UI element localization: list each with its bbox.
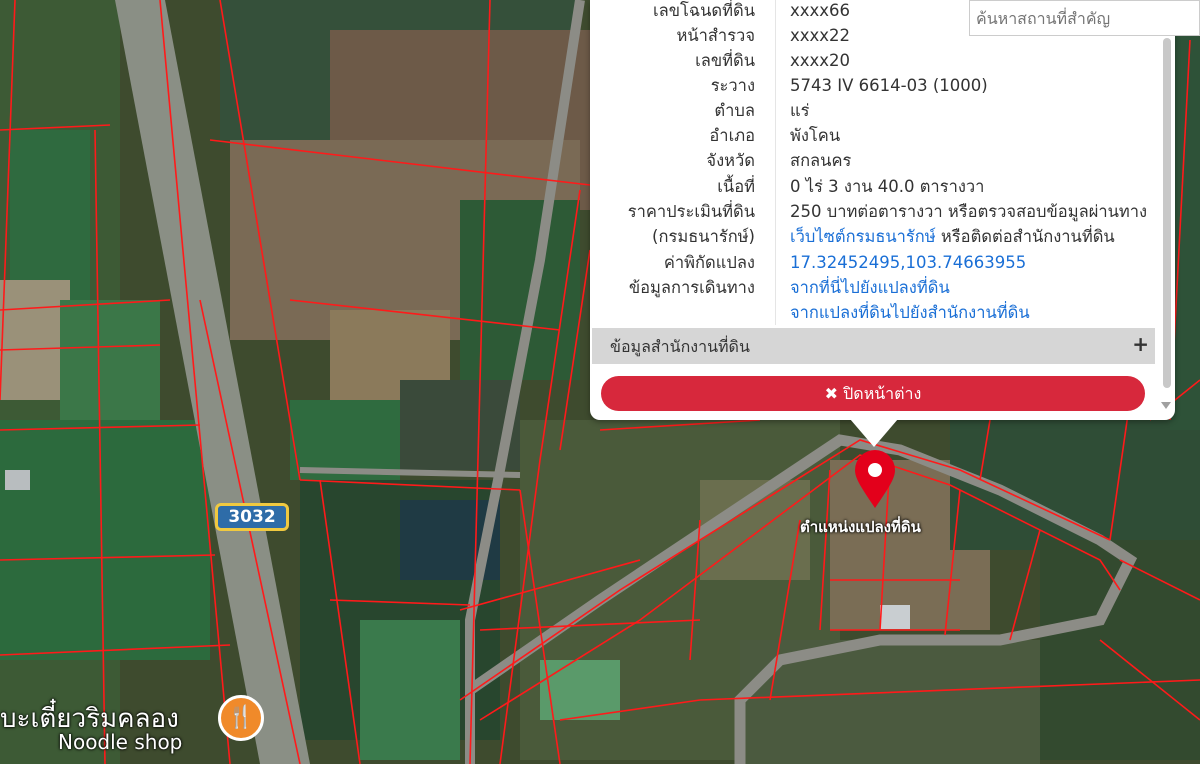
- info-row-coordinates: ค่าพิกัดแปลง 17.32452495,103.74663955: [663, 253, 1027, 272]
- field: [0, 280, 70, 400]
- route-number-sign: 3032: [215, 503, 289, 531]
- fork-knife-icon[interactable]: 🍴: [218, 695, 264, 741]
- parcel-info-popup: เลขโฉนดที่ดิน xxxx66 หน้าสำรวจ xxxx22 เล…: [590, 0, 1175, 420]
- land-office-section-toggle[interactable]: ข้อมูลสำนักงานที่ดิน +: [592, 328, 1155, 364]
- info-row-travel: ข้อมูลการเดินทาง จากที่นี่ไปยังแปลงที่ดิ…: [628, 278, 950, 297]
- scrollbar-thumb[interactable]: [1163, 38, 1171, 388]
- field: [10, 130, 90, 300]
- directions-to-parcel-link[interactable]: จากที่นี่ไปยังแปลงที่ดิน: [790, 278, 950, 297]
- info-row-province: จังหวัด สกลนคร: [706, 151, 852, 170]
- field: [0, 420, 210, 660]
- info-row-district: อำเภอ พังโคน: [709, 126, 841, 145]
- search-input[interactable]: [969, 0, 1200, 36]
- info-row-land-number: เลขที่ดิน xxxx20: [695, 51, 851, 70]
- land-office-section-label: ข้อมูลสำนักงานที่ดิน: [610, 337, 750, 356]
- info-row-travel-2: จากแปลงที่ดินไปยังสำนักงานที่ดิน: [590, 300, 1155, 325]
- close-icon: ✖: [824, 384, 839, 403]
- info-row-treasury: (กรมธนารักษ์) เว็บไซต์กรมธนารักษ์ หรือติ…: [652, 227, 1115, 246]
- close-window-button[interactable]: ✖ ปิดหน้าต่าง: [601, 376, 1145, 411]
- plus-icon[interactable]: +: [1132, 328, 1149, 360]
- popup-pointer: [850, 419, 898, 447]
- field: [360, 620, 460, 760]
- shop-type-label[interactable]: Noodle shop: [58, 730, 182, 754]
- close-button-label: ปิดหน้าต่าง: [843, 384, 922, 403]
- info-row-subdistrict: ตำบล แร่: [714, 101, 810, 120]
- building: [880, 605, 910, 629]
- info-row-area: เนื้อที่ 0 ไร่ 3 งาน 40.0 ตารางวา: [717, 177, 985, 196]
- popup-scrollbar[interactable]: [1157, 0, 1175, 420]
- scroll-down-arrow-icon[interactable]: [1161, 402, 1171, 409]
- coordinates-link[interactable]: 17.32452495,103.74663955: [790, 253, 1026, 272]
- treasury-website-link[interactable]: เว็บไซต์กรมธนารักษ์: [790, 227, 936, 246]
- directions-to-office-link[interactable]: จากแปลงที่ดินไปยังสำนักงานที่ดิน: [790, 303, 1030, 322]
- info-row-map-sheet: ระวาง 5743 IV 6614-03 (1000): [710, 76, 988, 95]
- treasury-suffix: หรือติดต่อสำนักงานที่ดิน: [935, 227, 1115, 246]
- info-row-appraisal: ราคาประเมินที่ดิน 250 บาทต่อตารางวา หรือ…: [627, 202, 1148, 221]
- building: [5, 470, 30, 490]
- pin-label: ตำแหน่งแปลงที่ดิน: [800, 518, 921, 536]
